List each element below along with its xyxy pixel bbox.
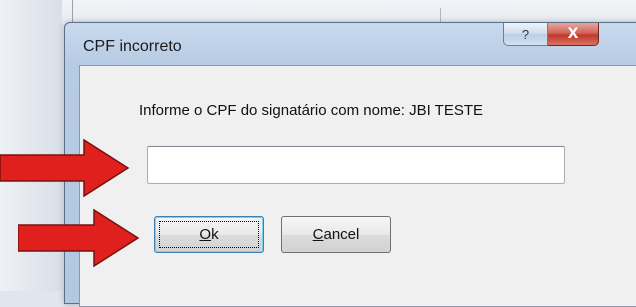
cancel-button[interactable]: Cancel <box>281 216 391 253</box>
close-icon: X <box>567 26 579 42</box>
help-icon: ? <box>521 26 530 42</box>
dialog-body: Informe o CPF do signatário com nome: JB… <box>79 65 636 307</box>
title-bar-buttons: ? X <box>503 23 599 46</box>
cancel-button-label: Cancel <box>312 226 360 243</box>
red-arrow-icon <box>0 138 130 198</box>
ok-button-label: Ok <box>199 226 219 243</box>
cpf-prompt-label: Informe o CPF do signatário com nome: JB… <box>139 102 484 119</box>
cpf-dialog: CPF incorreto ? X Informe o CPF do signa… <box>64 22 636 307</box>
cpf-input[interactable] <box>147 146 565 184</box>
dialog-title: CPF incorreto <box>83 38 182 55</box>
close-button[interactable]: X <box>548 23 599 46</box>
ok-button[interactable]: Ok <box>154 216 264 253</box>
red-arrow-icon <box>18 208 140 268</box>
help-button[interactable]: ? <box>503 23 548 46</box>
